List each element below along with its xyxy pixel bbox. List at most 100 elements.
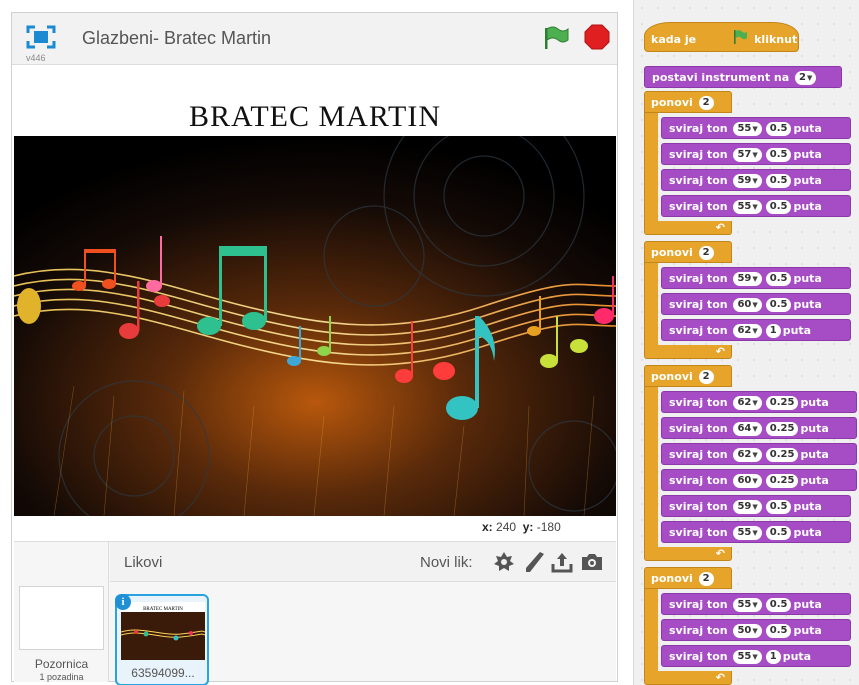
- note-value[interactable]: 55▼: [733, 526, 762, 540]
- beats-value[interactable]: 0.5: [765, 298, 792, 312]
- choose-sprite-icon[interactable]: [492, 550, 516, 574]
- beats-value-text: 0.5: [769, 527, 788, 538]
- beats-value[interactable]: 0.5: [765, 174, 792, 188]
- play-note-block[interactable]: sviraj ton 62▼ 1 puta: [661, 319, 851, 341]
- beats-value[interactable]: 0.5: [765, 624, 792, 638]
- repeat-block[interactable]: ponovi 2: [644, 365, 732, 387]
- play-note-label: sviraj ton: [669, 624, 728, 637]
- beats-value[interactable]: 0.25: [765, 474, 799, 488]
- camera-icon[interactable]: [580, 550, 604, 574]
- note-value[interactable]: 62▼: [733, 396, 762, 410]
- play-note-block[interactable]: sviraj ton 62▼ 0.25 puta: [661, 391, 857, 413]
- note-value[interactable]: 55▼: [733, 122, 762, 136]
- note-value[interactable]: 62▼: [733, 324, 762, 338]
- upload-icon[interactable]: [550, 550, 574, 574]
- times-label: puta: [793, 148, 822, 161]
- play-note-block[interactable]: sviraj ton 59▼ 0.5 puta: [661, 495, 851, 517]
- play-note-block[interactable]: sviraj ton 55▼ 1 puta: [661, 645, 851, 667]
- note-value[interactable]: 64▼: [733, 422, 762, 436]
- beats-value-text: 0.5: [769, 625, 788, 636]
- beats-value[interactable]: 0.5: [765, 500, 792, 514]
- beats-value[interactable]: 1: [765, 650, 781, 664]
- beats-value[interactable]: 0.5: [765, 598, 792, 612]
- when-flag-clicked-block[interactable]: kada je kliknut: [644, 22, 799, 52]
- beats-value[interactable]: 1: [765, 324, 781, 338]
- scripts-area[interactable]: kada je kliknut postavi instrument na 2▼ po…: [633, 0, 859, 685]
- paint-icon[interactable]: [522, 550, 546, 574]
- repeat-block[interactable]: ponovi 2: [644, 241, 732, 263]
- note-value[interactable]: 60▼: [733, 474, 762, 488]
- stop-icon[interactable]: [584, 24, 610, 50]
- times-label: puta: [793, 526, 822, 539]
- note-value[interactable]: 59▼: [733, 500, 762, 514]
- note-value-text: 59: [737, 273, 752, 284]
- repeat-block[interactable]: ponovi 2: [644, 567, 732, 589]
- green-flag-icon[interactable]: [542, 25, 570, 51]
- beats-value[interactable]: 0.5: [765, 272, 792, 286]
- note-value[interactable]: 50▼: [733, 624, 762, 638]
- play-note-block[interactable]: sviraj ton 55▼ 0.5 puta: [661, 593, 851, 615]
- repeat-count-text: 2: [702, 97, 710, 108]
- repeat-block[interactable]: ponovi 2: [644, 91, 732, 113]
- set-instrument-block[interactable]: postavi instrument na 2▼: [644, 66, 842, 88]
- beats-value[interactable]: 0.5: [765, 148, 792, 162]
- note-value[interactable]: 62▼: [733, 448, 762, 462]
- dropdown-arrow-icon: ▼: [752, 125, 758, 133]
- beats-value[interactable]: 0.5: [765, 122, 792, 136]
- note-value[interactable]: 55▼: [733, 200, 762, 214]
- beats-value-text: 1: [769, 651, 777, 662]
- times-label: puta: [793, 122, 822, 135]
- dropdown-arrow-icon: ▼: [752, 327, 758, 335]
- sprite-tile[interactable]: BRATEC MARTIN 63594099... i: [115, 594, 209, 685]
- dropdown-arrow-icon: ▼: [752, 151, 758, 159]
- note-value[interactable]: 57▼: [733, 148, 762, 162]
- note-value[interactable]: 59▼: [733, 174, 762, 188]
- stage-canvas[interactable]: BRATEC MARTIN: [14, 66, 616, 516]
- play-note-block[interactable]: sviraj ton 59▼ 0.5 puta: [661, 267, 851, 289]
- repeat-count[interactable]: 2: [698, 96, 714, 110]
- beats-value-text: 0.5: [769, 599, 788, 610]
- beats-value[interactable]: 0.25: [765, 396, 799, 410]
- play-note-block[interactable]: sviraj ton 57▼ 0.5 puta: [661, 143, 851, 165]
- x-label: x:: [482, 520, 493, 534]
- stage-selector[interactable]: Pozornica 1 pozadina: [14, 542, 109, 682]
- instrument-value[interactable]: 2▼: [795, 71, 817, 85]
- times-label: puta: [793, 598, 822, 611]
- note-value[interactable]: 59▼: [733, 272, 762, 286]
- repeat-block-end: ↶: [644, 221, 732, 235]
- dropdown-arrow-icon: ▼: [752, 177, 758, 185]
- repeat-count[interactable]: 2: [698, 246, 714, 260]
- beats-value-text: 1: [769, 325, 777, 336]
- note-value[interactable]: 55▼: [733, 650, 762, 664]
- play-note-block[interactable]: sviraj ton 55▼ 0.5 puta: [661, 195, 851, 217]
- fullscreen-icon[interactable]: [26, 25, 56, 49]
- stage-thumbnail[interactable]: [19, 586, 104, 650]
- beats-value-text: 0.5: [769, 201, 788, 212]
- info-icon[interactable]: i: [115, 594, 131, 610]
- play-note-block[interactable]: sviraj ton 50▼ 0.5 puta: [661, 619, 851, 641]
- repeat-count[interactable]: 2: [698, 572, 714, 586]
- beats-value[interactable]: 0.25: [765, 422, 799, 436]
- play-note-block[interactable]: sviraj ton 55▼ 0.5 puta: [661, 117, 851, 139]
- new-sprite-label: Novi lik:: [420, 554, 473, 571]
- note-value[interactable]: 60▼: [733, 298, 762, 312]
- play-note-block[interactable]: sviraj ton 59▼ 0.5 puta: [661, 169, 851, 191]
- play-note-block[interactable]: sviraj ton 60▼ 0.25 puta: [661, 469, 857, 491]
- sprites-header: Likovi Novi lik:: [110, 542, 616, 582]
- beats-value[interactable]: 0.5: [765, 526, 792, 540]
- beats-value[interactable]: 0.5: [765, 200, 792, 214]
- beats-value[interactable]: 0.25: [765, 448, 799, 462]
- scratch-editor: v446 Glazbeni- Bratec Martin BRATEC MART…: [0, 0, 859, 685]
- repeat-count[interactable]: 2: [698, 370, 714, 384]
- play-note-block[interactable]: sviraj ton 60▼ 0.5 puta: [661, 293, 851, 315]
- note-value[interactable]: 55▼: [733, 598, 762, 612]
- play-note-block[interactable]: sviraj ton 62▼ 0.25 puta: [661, 443, 857, 465]
- instrument-value-text: 2: [799, 72, 807, 83]
- times-label: puta: [793, 298, 822, 311]
- times-label: puta: [793, 174, 822, 187]
- note-value-text: 55: [737, 599, 752, 610]
- dropdown-arrow-icon: ▼: [752, 529, 758, 537]
- play-note-block[interactable]: sviraj ton 64▼ 0.25 puta: [661, 417, 857, 439]
- play-note-block[interactable]: sviraj ton 55▼ 0.5 puta: [661, 521, 851, 543]
- stage-heading: BRATEC MARTIN: [188, 100, 442, 133]
